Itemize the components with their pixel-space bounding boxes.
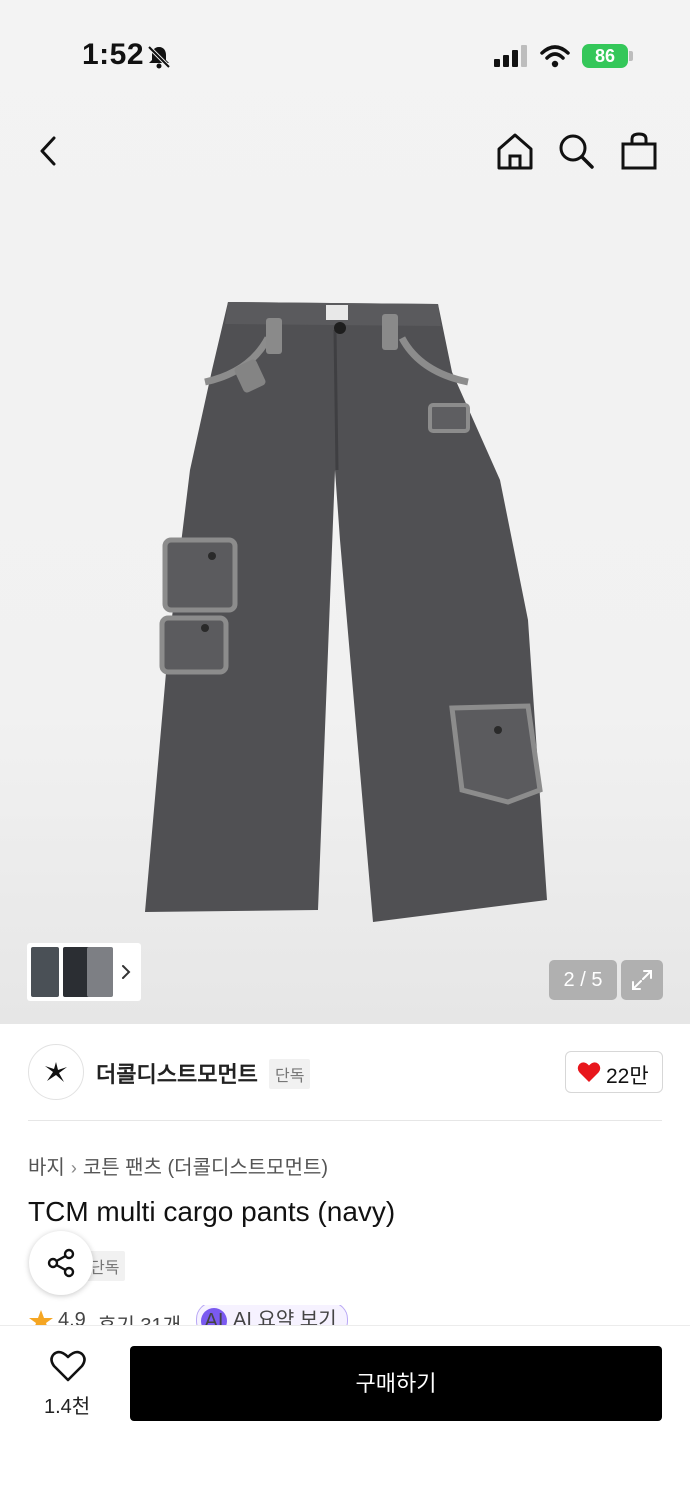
share-icon — [47, 1248, 75, 1278]
brand-star-icon — [45, 1062, 67, 1082]
share-button[interactable] — [29, 1231, 93, 1295]
star-icon — [29, 1310, 53, 1325]
wishlist-heart-icon[interactable] — [50, 1350, 86, 1382]
brand-like-count: 22만 — [606, 1065, 649, 1088]
exclusive-badge: 단독 — [269, 1059, 311, 1089]
breadcrumb-separator-icon: › — [70, 1158, 77, 1178]
brand-like-button[interactable]: 22만 — [565, 1051, 663, 1093]
expand-button[interactable] — [621, 960, 663, 1000]
breadcrumb: 바지 › 코튼 팬츠 (더콜디스트모먼트) — [28, 1151, 328, 1180]
rating-score: 4.9 — [58, 1309, 86, 1325]
chevron-right-icon[interactable] — [119, 963, 133, 981]
ai-summary-label: AI 요약 보기 — [233, 1309, 337, 1325]
wishlist-count: 1.4천 — [44, 1396, 91, 1418]
bell-muted-icon — [147, 45, 171, 69]
thumbnail-strip[interactable] — [27, 943, 141, 1001]
search-icon[interactable] — [557, 132, 595, 170]
ai-badge-icon: AI — [201, 1308, 227, 1325]
breadcrumb-category[interactable]: 바지 — [28, 1157, 65, 1179]
heart-icon — [577, 1062, 601, 1082]
buy-button[interactable]: 구매하기 — [130, 1346, 662, 1421]
breadcrumb-subcategory[interactable]: 코튼 팬츠 (더콜디스트모먼트) — [83, 1157, 328, 1179]
signal-icon — [494, 45, 527, 67]
product-title: TCM multi cargo pants (navy) — [28, 1196, 396, 1227]
bottom-action-bar: 1.4천 구매하기 — [0, 1325, 690, 1501]
divider — [28, 1120, 662, 1121]
thumbnail-1[interactable] — [31, 947, 59, 997]
home-icon[interactable] — [495, 131, 535, 171]
brand-name[interactable]: 더콜디스트모먼트 — [96, 1057, 258, 1089]
bag-icon[interactable] — [620, 131, 658, 171]
back-icon[interactable] — [34, 134, 64, 168]
ai-summary-button[interactable]: AI AI 요약 보기 — [196, 1305, 348, 1325]
wifi-icon — [540, 45, 570, 68]
rating-row: 4.9 후기 31개 AI AI 요약 보기 — [28, 1305, 368, 1325]
thumbnail-3[interactable] — [87, 947, 113, 997]
image-counter: 2 / 5 — [549, 960, 617, 1000]
battery-tip — [629, 51, 633, 61]
battery-indicator: 86 — [582, 44, 628, 68]
status-time: 1:52 — [82, 38, 145, 71]
review-count[interactable]: 후기 31개 — [98, 1309, 181, 1325]
brand-logo[interactable] — [28, 1044, 84, 1100]
expand-icon — [632, 970, 652, 990]
